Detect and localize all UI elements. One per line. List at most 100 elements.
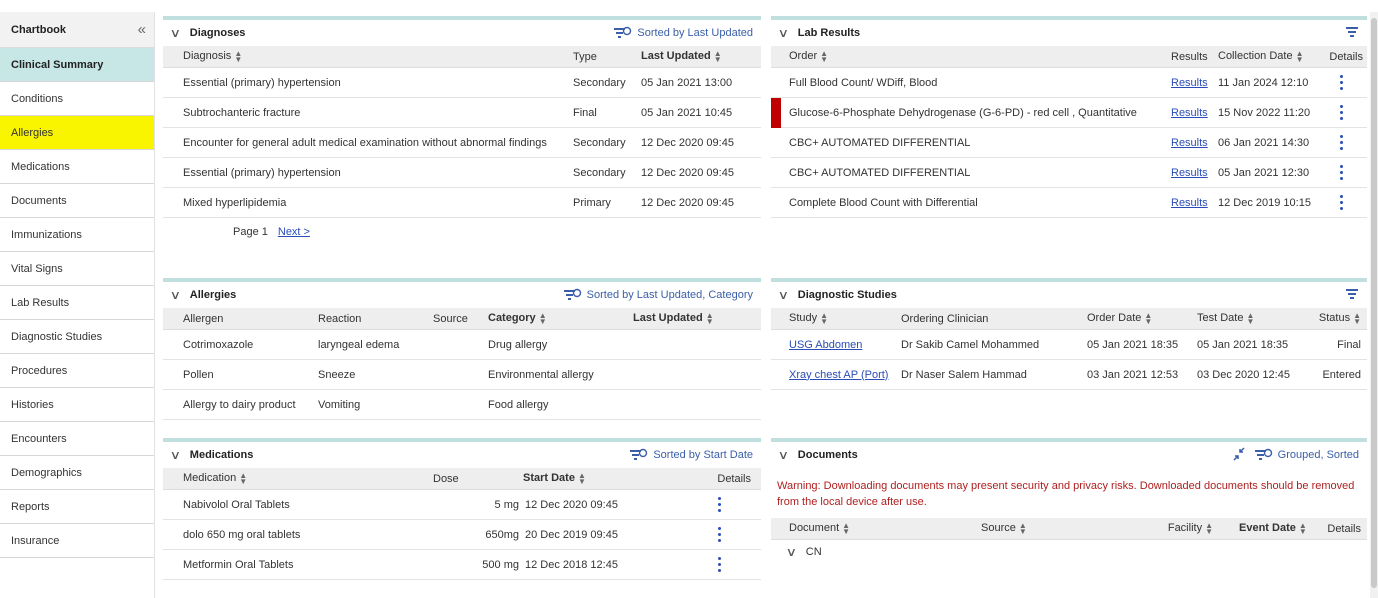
table-row[interactable]: USG Abdomen Dr Sakib Camel Mohammed 05 Jan… — [771, 330, 1367, 360]
medications-sort-control[interactable]: Sorted by Start Date — [630, 448, 753, 462]
source-column-header[interactable]: Source ▲ ▼ — [981, 521, 1141, 535]
event-date-column-header[interactable]: Event Date ▲ ▼ — [1213, 521, 1313, 535]
order-date-column-header[interactable]: Order Date ▲ ▼ — [1087, 311, 1197, 325]
more-options-icon[interactable] — [718, 556, 721, 574]
more-options-icon[interactable] — [1340, 134, 1343, 152]
more-options-icon[interactable] — [1340, 74, 1343, 92]
sidebar-item-conditions[interactable]: Conditions — [0, 82, 154, 116]
sidebar-item-diagnostic-studies[interactable]: Diagnostic Studies — [0, 320, 154, 354]
abnormal-flag — [771, 97, 781, 128]
collapse-sidebar-icon[interactable]: « — [138, 21, 146, 38]
diagnoses-sort-control[interactable]: Sorted by Last Updated — [614, 26, 753, 40]
table-row[interactable]: Pollen Sneeze Environmental allergy — [163, 360, 761, 390]
documents-sort-label[interactable]: Grouped, Sorted — [1278, 449, 1359, 461]
ordering-clinician-column-header: Ordering Clinician — [901, 312, 989, 325]
category-column-header[interactable]: Category ▲ ▼ — [488, 311, 633, 325]
sidebar-item-vital-signs[interactable]: Vital Signs — [0, 252, 154, 286]
facility-column-header[interactable]: Facility ▲ ▼ — [1141, 521, 1213, 535]
more-options-icon[interactable] — [718, 496, 721, 514]
more-options-icon[interactable] — [1340, 194, 1343, 212]
sort-filter-icon[interactable] — [1254, 448, 1273, 462]
collection-date-column-header[interactable]: Collection Date ▲ ▼ — [1218, 49, 1316, 63]
table-row[interactable]: Essential (primary) hypertension Secondar… — [163, 158, 761, 188]
allergies-sort-control[interactable]: Sorted by Last Updated, Category — [563, 288, 753, 302]
table-row[interactable]: Complete Blood Count with Differential Re… — [771, 188, 1367, 218]
table-row[interactable]: Cotrimoxazole laryngeal edema Drug allergy — [163, 330, 761, 360]
study-link[interactable]: Xray chest AP (Port) — [771, 369, 901, 381]
results-link[interactable]: Results — [1171, 77, 1218, 89]
sidebar-item-clinical-summary[interactable]: Clinical Summary — [0, 48, 154, 82]
table-row[interactable]: Allergy to dairy product Vomiting Food all… — [163, 390, 761, 420]
results-link[interactable]: Results — [1171, 167, 1218, 179]
scrollbar-thumb[interactable] — [1371, 18, 1377, 588]
results-link[interactable]: Results — [1171, 197, 1218, 209]
order-cell: CBC+ AUTOMATED DIFFERENTIAL — [789, 136, 971, 149]
table-row[interactable]: Mixed hyperlipidemia Primary 12 Dec 2020 0… — [163, 188, 761, 218]
next-page-link[interactable]: Next > — [278, 226, 310, 238]
table-row[interactable]: Xray chest AP (Port) Dr Naser Salem Hamma… — [771, 360, 1367, 390]
start-date-column-header[interactable]: Start Date ▲ ▼ — [483, 471, 623, 485]
sidebar-item-reports[interactable]: Reports — [0, 490, 154, 524]
sort-filter-icon[interactable] — [614, 26, 632, 40]
last-updated-column-header[interactable]: Last Updated ▲ ▼ — [633, 311, 753, 325]
page-scrollbar[interactable] — [1370, 12, 1378, 598]
sidebar-item-lab-results[interactable]: Lab Results — [0, 286, 154, 320]
order-column-header[interactable]: Order ▲ ▼ — [771, 49, 1171, 63]
table-row[interactable]: CBC+ AUTOMATED DIFFERENTIAL Results 06 Jan… — [771, 128, 1367, 158]
sidebar-item-documents[interactable]: Documents — [0, 184, 154, 218]
sidebar-item-medications[interactable]: Medications — [0, 150, 154, 184]
table-row[interactable]: Encounter for general adult medical exam… — [163, 128, 761, 158]
document-column-header[interactable]: Document ▲ ▼ — [771, 520, 981, 536]
sort-arrows-icon: ▲ ▼ — [842, 520, 851, 536]
table-row[interactable]: Glucose-6-Phosphate Dehydrogenase (G-6-P… — [771, 97, 1367, 128]
type-cell: Secondary — [573, 166, 626, 179]
chevron-down-icon[interactable]: ∨ — [170, 448, 181, 462]
sidebar-item-histories[interactable]: Histories — [0, 388, 154, 422]
sort-filter-icon[interactable] — [630, 448, 648, 462]
chevron-down-icon[interactable]: ∨ — [786, 545, 797, 559]
chevron-down-icon[interactable]: ∨ — [170, 26, 181, 40]
chevron-down-icon[interactable]: ∨ — [778, 448, 789, 462]
table-row[interactable]: Nabivolol Oral Tablets 5 mg 12 Dec 2020 09… — [163, 490, 761, 520]
sidebar-item-insurance[interactable]: Insurance — [0, 524, 154, 558]
medications-title: Medications — [189, 449, 254, 461]
study-link[interactable]: USG Abdomen — [771, 339, 901, 351]
test-date-column-header[interactable]: Test Date ▲ ▼ — [1197, 311, 1309, 325]
table-row[interactable]: dolo 650 mg oral tablets 650mg 20 Dec 2019… — [163, 520, 761, 550]
table-row[interactable]: Full Blood Count/ WDiff, Blood Results 11 … — [771, 68, 1367, 98]
more-options-icon[interactable] — [718, 526, 721, 544]
sidebar-item-encounters[interactable]: Encounters — [0, 422, 154, 456]
table-row[interactable]: Metformin Oral Tablets 500 mg 12 Dec 2018 … — [163, 550, 761, 580]
more-options-icon[interactable] — [1340, 104, 1343, 122]
study-column-header[interactable]: Study ▲ ▼ — [771, 311, 901, 325]
sidebar-item-allergies[interactable]: Allergies — [0, 116, 154, 150]
sidebar-item-immunizations[interactable]: Immunizations — [0, 218, 154, 252]
table-row[interactable]: CBC+ AUTOMATED DIFFERENTIAL Results 05 Jan… — [771, 158, 1367, 188]
results-link[interactable]: Results — [1171, 107, 1218, 119]
filter-icon[interactable] — [1345, 287, 1359, 304]
diagnoses-column-header: Diagnosis ▲ ▼ Type Last Updated ▲ ▼ — [163, 46, 761, 68]
details-cell — [1316, 134, 1367, 152]
results-link[interactable]: Results — [1171, 137, 1218, 149]
table-row[interactable]: Subtrochanteric fracture Final 05 Jan 2021… — [163, 98, 761, 128]
last-updated-column-header[interactable]: Last Updated ▲ ▼ — [641, 49, 751, 63]
sidebar-item-demographics[interactable]: Demographics — [0, 456, 154, 490]
status-column-header[interactable]: Status ▲ ▼ — [1309, 311, 1367, 325]
diagnosis-column-header[interactable]: Diagnosis ▲ ▼ — [163, 49, 573, 63]
chevron-down-icon[interactable]: ∨ — [170, 288, 181, 302]
document-group-row[interactable]: ∨ CN — [771, 540, 1367, 564]
medication-column-header[interactable]: Medication ▲ ▼ — [163, 471, 433, 485]
filter-icon[interactable] — [1345, 25, 1359, 42]
more-options-icon[interactable] — [1340, 164, 1343, 182]
collection-date-cell: 12 Dec 2019 10:15 — [1218, 196, 1311, 209]
collection-date-cell: 06 Jan 2021 14:30 — [1218, 136, 1310, 149]
table-row[interactable]: Essential (primary) hypertension Secondar… — [163, 68, 761, 98]
last-updated-cell: 12 Dec 2020 09:45 — [641, 196, 734, 209]
sort-filter-icon[interactable] — [563, 288, 582, 302]
documents-title: Documents — [797, 449, 858, 461]
chevron-down-icon[interactable]: ∨ — [778, 288, 789, 302]
chevron-down-icon[interactable]: ∨ — [778, 26, 789, 40]
diagnostic-studies-tools — [1345, 287, 1359, 304]
sidebar-item-procedures[interactable]: Procedures — [0, 354, 154, 388]
collapse-all-icon[interactable] — [1232, 446, 1250, 464]
